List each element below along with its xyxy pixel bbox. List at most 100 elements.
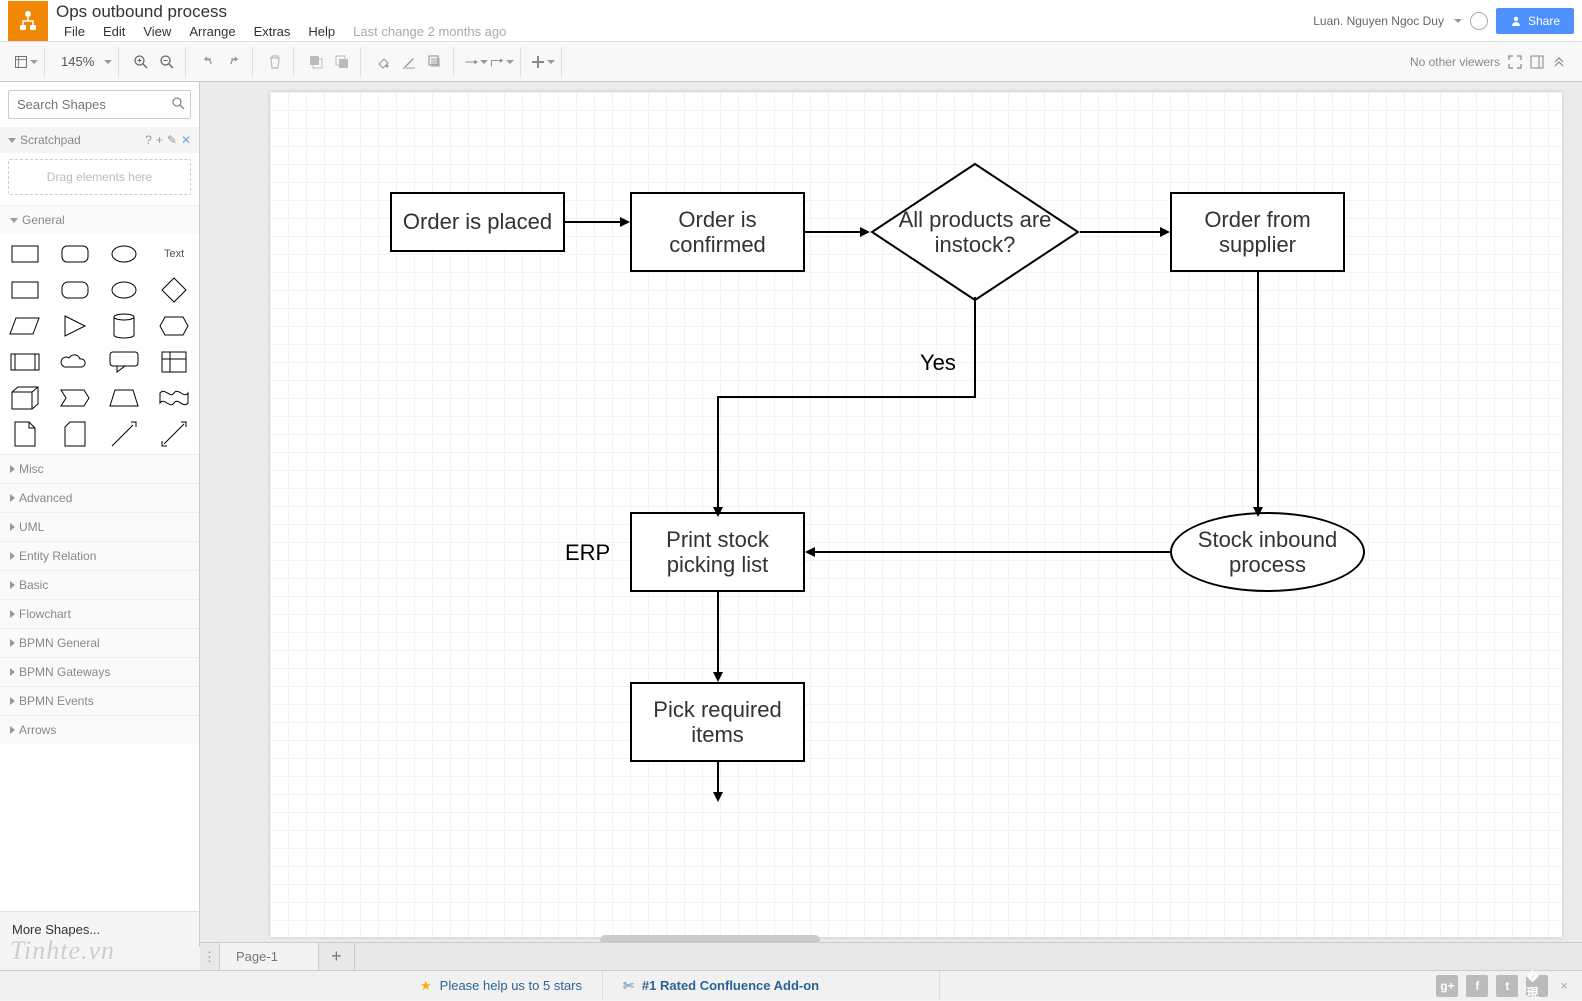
chevron-right-icon [10,726,15,734]
node-decision-instock[interactable]: All products are instock? [870,162,1080,302]
search-shapes-input[interactable] [8,90,191,119]
shape-rect-round[interactable] [58,240,92,268]
footer-bar: ★ Please help us to 5 stars ✄ #1 Rated C… [0,970,1582,1000]
footer-close-icon[interactable]: × [1556,978,1572,993]
menu-file[interactable]: File [56,22,93,41]
section-bpmn-gateways[interactable]: BPMN Gateways [0,658,199,686]
twitter-icon[interactable]: t [1496,975,1518,997]
shape-text[interactable]: Text [157,240,191,268]
node-stock-inbound[interactable]: Stock inbound process [1170,512,1365,592]
node-print-picking[interactable]: Print stock picking list [630,512,805,592]
shape-parallelogram[interactable] [8,312,42,340]
to-front-button[interactable] [304,50,328,74]
general-shapes-grid: Text [0,234,199,454]
shape-triangle[interactable] [58,312,92,340]
confluence-link[interactable]: ✄ #1 Rated Confluence Add-on [602,971,940,1000]
shape-ellipse[interactable] [107,240,141,268]
collapse-icon[interactable] [1552,55,1566,69]
node-order-supplier[interactable]: Order from supplier [1170,192,1345,272]
scratchpad-dropzone[interactable]: Drag elements here [8,159,191,195]
menu-extras[interactable]: Extras [246,22,299,41]
search-icon[interactable] [171,96,185,113]
shape-tape[interactable] [157,384,191,412]
menu-edit[interactable]: Edit [95,22,133,41]
tab-menu-icon[interactable]: ⋮ [200,943,220,970]
shape-callout[interactable] [107,348,141,376]
to-back-button[interactable] [330,50,354,74]
star-icon: ★ [420,978,432,994]
shape-cylinder[interactable] [107,312,141,340]
scratchpad-add-icon[interactable]: + [156,133,163,147]
scratchpad-label[interactable]: Scratchpad [20,133,81,147]
menu-view[interactable]: View [135,22,179,41]
section-misc[interactable]: Misc [0,455,199,483]
chevron-down-icon[interactable] [8,138,16,143]
diagram-canvas[interactable]: Order is placed Order is confirmed All p… [270,92,1562,937]
app-logo[interactable] [8,1,48,41]
section-flowchart[interactable]: Flowchart [0,600,199,628]
share-button[interactable]: Share [1496,8,1574,34]
shadow-button[interactable] [423,50,447,74]
section-general[interactable]: General [0,206,199,234]
menu-help[interactable]: Help [300,22,343,41]
canvas-area[interactable]: Order is placed Order is confirmed All p… [200,82,1582,947]
scratchpad-help-icon[interactable]: ? [145,133,152,147]
format-panel-icon[interactable] [1530,55,1544,69]
shape-table[interactable] [157,348,191,376]
menu-bar: File Edit View Arrange Extras Help Last … [56,22,1313,41]
shape-card[interactable] [58,420,92,448]
section-bpmn-events[interactable]: BPMN Events [0,687,199,715]
shape-trapezoid[interactable] [107,384,141,412]
globe-icon[interactable] [1470,12,1488,30]
section-uml[interactable]: UML [0,513,199,541]
add-button[interactable] [531,50,555,74]
facebook-icon[interactable]: f [1466,975,1488,997]
googleplus-icon[interactable]: g+ [1436,975,1458,997]
shape-process[interactable] [8,348,42,376]
shape-line-arrow[interactable] [107,420,141,448]
shape-note[interactable] [8,420,42,448]
connection-button[interactable] [464,50,488,74]
add-page-button[interactable]: + [319,943,355,970]
github-icon[interactable]: �現 [1526,975,1548,997]
menu-arrange[interactable]: Arrange [181,22,243,41]
shape-hexagon[interactable] [157,312,191,340]
node-order-placed[interactable]: Order is placed [390,192,565,252]
section-entity-relation[interactable]: Entity Relation [0,542,199,570]
line-color-button[interactable] [397,50,421,74]
redo-button[interactable] [222,50,246,74]
shape-line-double[interactable] [157,420,191,448]
delete-button[interactable] [263,50,287,74]
shape-ellipse2[interactable] [107,276,141,304]
shape-cloud[interactable] [58,348,92,376]
node-order-confirmed[interactable]: Order is confirmed [630,192,805,272]
shape-cube[interactable] [8,384,42,412]
fill-color-button[interactable] [371,50,395,74]
scratchpad-edit-icon[interactable]: ✎ [167,133,177,147]
document-title[interactable]: Ops outbound process [56,0,1313,22]
section-advanced[interactable]: Advanced [0,484,199,512]
undo-button[interactable] [196,50,220,74]
section-bpmn-general[interactable]: BPMN General [0,629,199,657]
zoom-in-button[interactable] [129,50,153,74]
user-menu-caret-icon[interactable] [1454,19,1462,23]
section-arrows[interactable]: Arrows [0,716,199,744]
shape-rect-round2[interactable] [58,276,92,304]
rate-link[interactable]: ★ Please help us to 5 stars [400,971,602,1000]
scratchpad-close-icon[interactable]: ✕ [181,133,191,147]
shape-rect2[interactable] [8,276,42,304]
waypoint-button[interactable] [490,50,514,74]
zoom-out-button[interactable] [155,50,179,74]
zoom-level[interactable]: 145% [55,54,100,69]
shape-rect-sharp[interactable] [8,240,42,268]
shape-step[interactable] [58,384,92,412]
page-setup-button[interactable] [14,50,38,74]
edge-label-yes[interactable]: Yes [920,350,956,376]
page-tab-1[interactable]: Page-1 [220,943,319,970]
annotation-erp[interactable]: ERP [565,540,610,566]
node-pick-items[interactable]: Pick required items [630,682,805,762]
section-basic[interactable]: Basic [0,571,199,599]
shape-diamond[interactable] [157,276,191,304]
user-name[interactable]: Luan. Nguyen Ngoc Duy [1313,14,1444,28]
fullscreen-icon[interactable] [1508,55,1522,69]
